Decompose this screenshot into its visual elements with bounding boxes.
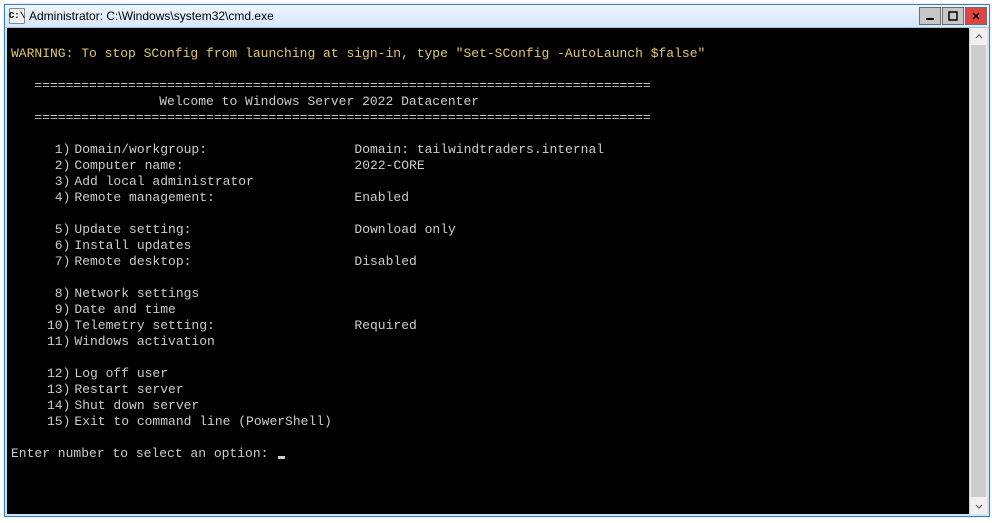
warning-line: WARNING: To stop SConfig from launching … (11, 46, 705, 61)
menu-value-2: 2022-CORE (354, 158, 424, 174)
menu-num-14: 14) (34, 398, 74, 414)
maximize-icon (948, 11, 958, 21)
close-icon (971, 11, 981, 21)
menu-label-3: Add local administrator (74, 174, 354, 190)
menu-value-4: Enabled (354, 190, 409, 206)
menu-label-2: Computer name: (74, 158, 354, 174)
menu-label-4: Remote management: (74, 190, 354, 206)
console-output[interactable]: WARNING: To stop SConfig from launching … (7, 28, 969, 514)
titlebar[interactable]: C:\ Administrator: C:\Windows\system32\c… (5, 5, 989, 28)
menu-label-5: Update setting: (74, 222, 354, 238)
header-rule-top: ========================================… (34, 78, 650, 93)
menu-num-6: 6) (34, 238, 74, 254)
menu-label-12: Log off user (74, 366, 354, 382)
header-rule-bottom: ========================================… (34, 110, 650, 125)
menu-num-3: 3) (34, 174, 74, 190)
menu-label-1: Domain/workgroup: (74, 142, 354, 158)
chevron-down-icon (975, 502, 983, 510)
scroll-track[interactable] (970, 45, 987, 497)
menu-label-9: Date and time (74, 302, 354, 318)
scroll-down-button[interactable] (970, 497, 987, 514)
menu-num-1: 1) (34, 142, 74, 158)
menu-num-12: 12) (34, 366, 74, 382)
menu-num-4: 4) (34, 190, 74, 206)
menu-num-11: 11) (34, 334, 74, 350)
vertical-scrollbar[interactable] (969, 28, 987, 514)
menu-value-5: Download only (354, 222, 455, 238)
menu-label-15: Exit to command line (PowerShell) (74, 414, 354, 430)
scroll-up-button[interactable] (970, 28, 987, 45)
menu-label-8: Network settings (74, 286, 354, 302)
menu-num-8: 8) (34, 286, 74, 302)
client-area: WARNING: To stop SConfig from launching … (5, 28, 989, 516)
menu-value-1: Domain: tailwindtraders.internal (354, 142, 604, 158)
menu-label-13: Restart server (74, 382, 354, 398)
minimize-icon (925, 11, 935, 21)
menu-value-10: Required (354, 318, 416, 334)
menu-label-11: Windows activation (74, 334, 354, 350)
chevron-up-icon (975, 33, 983, 41)
menu-num-15: 15) (34, 414, 74, 430)
app-window: C:\ Administrator: C:\Windows\system32\c… (4, 4, 990, 517)
maximize-button[interactable] (942, 7, 964, 25)
cursor (278, 456, 285, 459)
menu-label-10: Telemetry setting: (74, 318, 354, 334)
cmd-icon: C:\ (9, 8, 25, 24)
minimize-button[interactable] (919, 7, 941, 25)
prompt-text: Enter number to select an option: (11, 446, 276, 461)
window-controls (918, 7, 987, 25)
window-title: Administrator: C:\Windows\system32\cmd.e… (29, 9, 918, 23)
menu-num-7: 7) (34, 254, 74, 270)
scroll-thumb[interactable] (971, 45, 986, 497)
menu-label-14: Shut down server (74, 398, 354, 414)
menu-num-9: 9) (34, 302, 74, 318)
close-button[interactable] (965, 7, 987, 25)
menu-label-6: Install updates (74, 238, 354, 254)
welcome-text: Welcome to Windows Server 2022 Datacente… (159, 94, 479, 109)
menu-num-10: 10) (34, 318, 74, 334)
menu-num-13: 13) (34, 382, 74, 398)
menu-num-5: 5) (34, 222, 74, 238)
menu-value-7: Disabled (354, 254, 416, 270)
menu-label-7: Remote desktop: (74, 254, 354, 270)
menu-num-2: 2) (34, 158, 74, 174)
